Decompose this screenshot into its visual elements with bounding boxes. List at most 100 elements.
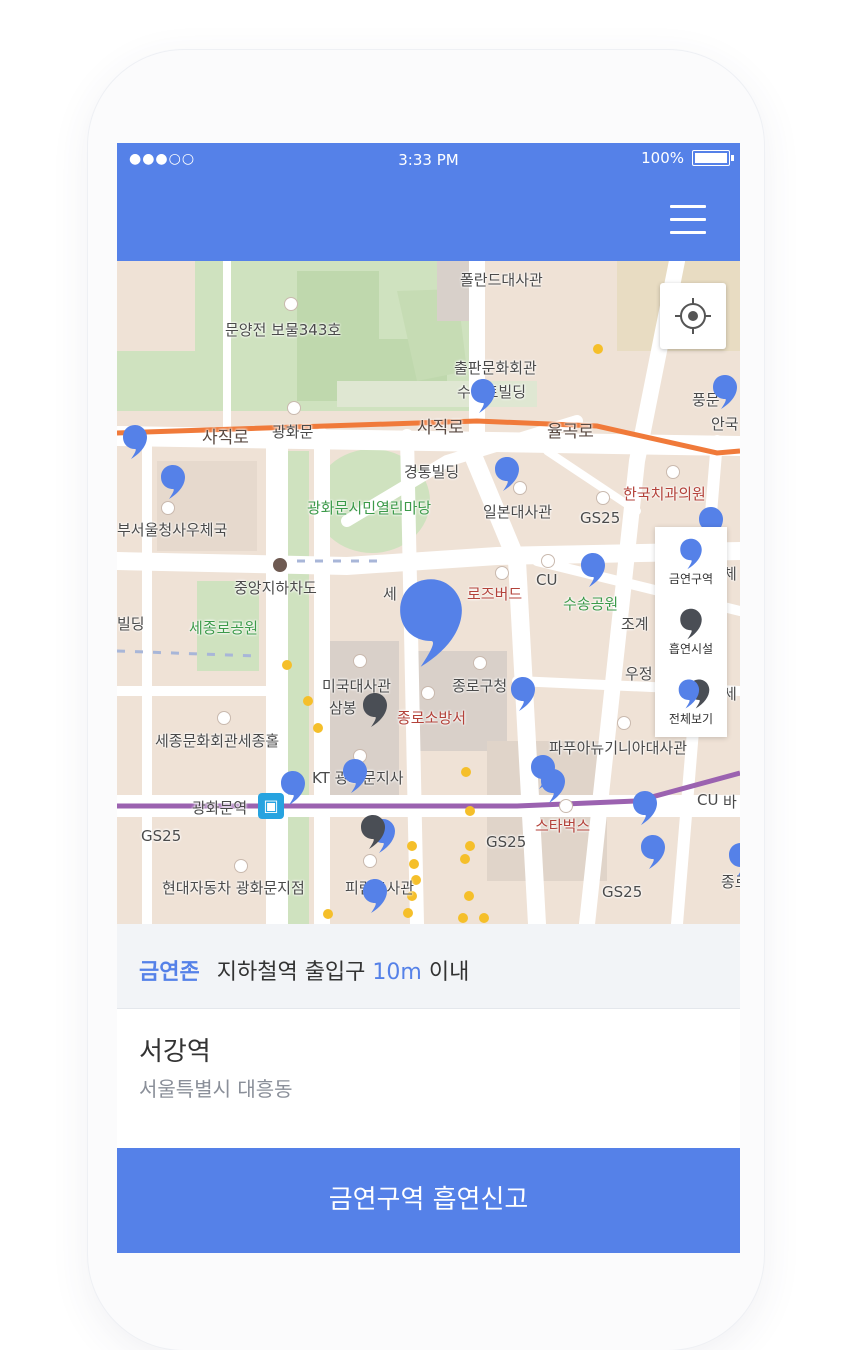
store-poi-icon [596,491,610,505]
map-dot [460,854,470,864]
hamburger-menu-icon[interactable] [670,205,706,235]
battery-percent: 100% [641,149,684,167]
zone-description: 지하철역 출입구 [216,960,366,985]
map-label: 경통빌딩 [404,463,460,481]
map-label: 종로구청 [452,677,508,695]
map-dot [465,806,475,816]
building-poi-icon [363,854,377,868]
battery-icon [692,150,734,166]
map-dot [409,859,419,869]
zone-description-suffix: 이내 [428,960,470,985]
no-smoking-zone-marker[interactable] [539,767,567,805]
map-label: 중앙지하차도 [234,579,317,597]
no-smoking-zone-marker[interactable] [493,455,521,493]
map-label: 로즈버드 [467,585,523,603]
current-location-button[interactable] [660,283,726,349]
embassy-poi-icon [617,716,631,730]
map-dot [313,723,323,733]
smoking-facility-marker[interactable] [359,813,387,851]
tunnel-poi-icon [273,558,287,572]
no-smoking-zone-marker[interactable] [711,373,739,411]
no-smoking-zone-marker[interactable] [159,463,187,501]
zone-info-bar: 금연존 지하철역 출입구 10m 이내 [117,924,740,1009]
map-label: 출판문화회관 [454,359,537,377]
no-smoking-zone-marker[interactable] [121,423,149,461]
map-label: 부서울청사우체국 [117,521,228,539]
heritage-poi-icon [217,711,231,725]
map-label: 안국 [711,415,739,433]
no-smoking-zone-marker[interactable] [469,377,497,415]
embassy-poi-icon [473,656,487,670]
map-label: 수송공원 [563,595,619,613]
filter-label: 전체보기 [668,712,714,726]
zone-info-text: 금연존 지하철역 출입구 10m 이내 [139,954,469,986]
filter-label: 금연구역 [668,572,714,586]
map-label: 사직로 [417,418,464,438]
map-dot [282,660,292,670]
report-smoking-button[interactable]: 금연구역 흡연신고 [117,1148,740,1253]
map-label: GS25 [486,833,527,851]
selected-location-marker[interactable] [395,573,467,673]
map-label: 세종문화회관세종홀 [155,732,280,750]
map-label: 광화문역 [192,799,248,817]
map-dot [465,841,475,851]
no-smoking-zone-marker[interactable] [639,833,667,871]
no-smoking-zone-marker[interactable] [341,757,369,795]
post-poi-icon [161,501,175,515]
map-label: 종로소방서 [397,709,467,727]
map-label: 조계 [621,615,649,633]
filter-show-all[interactable]: 전체보기 [655,667,727,735]
map-dot [464,891,474,901]
no-smoking-zone-marker[interactable] [361,877,389,915]
map-label: GS25 [602,883,643,901]
hospital-poi-icon [666,465,680,479]
no-smoking-zone-marker[interactable] [579,551,607,589]
map-label: 광화문 [272,423,314,441]
heritage-poi-icon [287,401,301,415]
embassy-poi-icon [353,654,367,668]
map-label: 현대자동차 광화문지점 [162,879,305,897]
map-label: 문양전 보물343호 [225,321,342,339]
map-dot [479,913,489,923]
map-label: 바 [723,793,737,811]
filter-no-smoking-zone[interactable]: 금연구역 [655,527,727,595]
map-dot [407,841,417,851]
map-dot [593,344,603,354]
no-smoking-zone-marker[interactable] [631,789,659,827]
zone-distance: 10m [372,960,422,985]
heritage-poi-icon [284,297,298,311]
place-name: 서강역 [139,1037,211,1067]
map-view[interactable]: ▣ 폴란드대사관 문양전 보물343호 출판문화회관 수송트빌딩 사직로 광화문… [117,261,740,924]
map-dot [403,908,413,918]
no-smoking-zone-marker[interactable] [279,769,307,807]
map-label: 스타벅스 [535,817,591,835]
no-smoking-zone-marker[interactable] [727,841,740,879]
building-poi-icon [234,859,248,873]
map-label: CU [697,791,719,809]
dark-comma-marker-icon [680,608,702,640]
no-smoking-zone-marker[interactable] [509,675,537,713]
map-label: 일본대사관 [483,503,553,521]
map-label: 우정 [625,665,653,683]
place-address: 서울특별시 대흥동 [139,1077,293,1101]
map-dot [303,696,313,706]
map-label: GS25 [141,827,182,845]
map-label: 세종로공원 [189,619,259,637]
marker-filter-panel: 금연구역 흡연시설 전체보기 [655,527,727,737]
zone-type-label: 금연존 [139,960,200,985]
crosshair-icon [675,298,711,334]
app-screen: ●●●○○ 3:33 PM 100% ▣ 폴란드대사관 문양전 보물343호 출… [117,143,740,1253]
map-label: 폴란드대사관 [460,271,543,289]
battery-status: 100% [641,149,734,167]
map-label: 사직로 [202,428,249,448]
map-label: 광화문시민열린마당 [307,499,432,517]
app-header: ●●●○○ 3:33 PM 100% [117,143,740,261]
map-label: GS25 [580,509,621,527]
map-label: CU [536,571,558,589]
map-label: 삼봉 [329,699,357,717]
all-markers-icon [678,679,710,709]
smoking-facility-marker[interactable] [361,691,389,729]
map-label: 파푸아뉴기니아대사관 [549,739,688,757]
filter-smoking-facility[interactable]: 흡연시설 [655,597,727,665]
blue-comma-marker-icon [680,538,702,570]
